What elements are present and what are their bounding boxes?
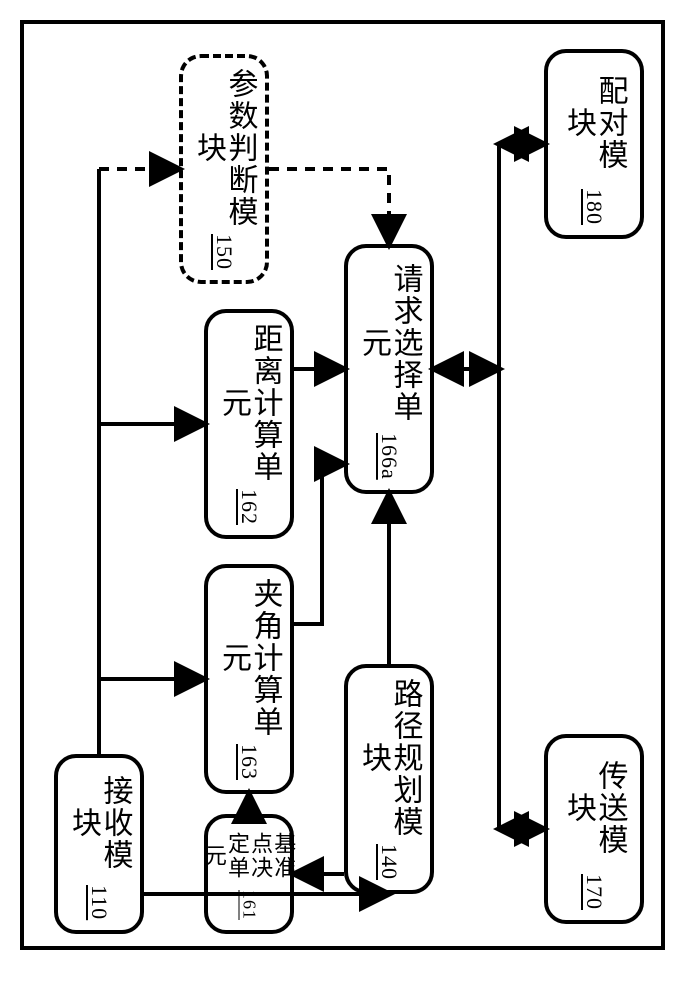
node-param-label: 参数判断模块 bbox=[193, 68, 256, 228]
node-distance: 距离计算单元 162 bbox=[204, 309, 294, 539]
node-receive: 接收模块 110 bbox=[54, 754, 144, 934]
edge-select-to-rightbus bbox=[434, 144, 499, 829]
diagram-frame: 接收模块 110 参数判断模块 150 距离计算单元 162 夹角计算单元 16… bbox=[20, 20, 665, 950]
node-angle-label: 夹角计算单元 bbox=[218, 578, 281, 738]
node-refpoint-label: 基准点决定单元 bbox=[203, 828, 295, 884]
node-transmit-label: 传送模块 bbox=[563, 748, 626, 868]
node-route-label: 路径规划模块 bbox=[358, 678, 421, 838]
node-refpoint-ref: 161 bbox=[239, 890, 260, 920]
edge-angle-to-select bbox=[294, 464, 344, 624]
node-refpoint: 基准点决定单元 161 bbox=[204, 814, 294, 934]
node-select: 请求选择单元 166a bbox=[344, 244, 434, 494]
node-receive-ref: 110 bbox=[86, 885, 112, 920]
node-select-label: 请求选择单元 bbox=[358, 258, 421, 427]
node-pair-label: 配对模块 bbox=[563, 63, 626, 183]
node-receive-label: 接收模块 bbox=[68, 768, 131, 879]
node-pair-ref: 180 bbox=[581, 189, 607, 225]
node-param-ref: 150 bbox=[211, 234, 237, 270]
node-distance-label: 距离计算单元 bbox=[218, 323, 281, 483]
edge-param-to-select bbox=[269, 169, 389, 244]
node-pair: 配对模块 180 bbox=[544, 49, 644, 239]
node-select-ref: 166a bbox=[376, 433, 402, 480]
node-route-ref: 140 bbox=[376, 844, 402, 880]
node-angle-ref: 163 bbox=[236, 744, 262, 780]
node-transmit: 传送模块 170 bbox=[544, 734, 644, 924]
node-distance-ref: 162 bbox=[236, 489, 262, 525]
node-angle: 夹角计算单元 163 bbox=[204, 564, 294, 794]
node-transmit-ref: 170 bbox=[581, 874, 607, 910]
node-route: 路径规划模块 140 bbox=[344, 664, 434, 894]
node-param: 参数判断模块 150 bbox=[179, 54, 269, 284]
